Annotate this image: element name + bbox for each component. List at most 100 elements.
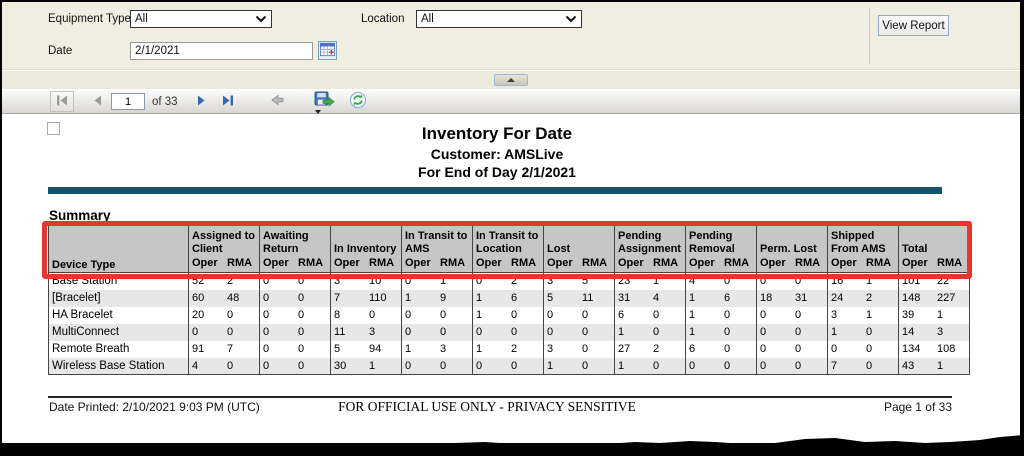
report-viewer: Equipment Type All Location All Date 2/1… bbox=[2, 2, 1020, 443]
value-cell: 8 bbox=[330, 306, 366, 324]
value-cell: 148 bbox=[898, 289, 934, 307]
value-cell: 101 bbox=[898, 272, 934, 290]
last-page-button[interactable] bbox=[216, 91, 240, 112]
rma-subheader: RMA bbox=[721, 255, 757, 273]
value-cell: 0 bbox=[543, 306, 579, 324]
value-cell: 227 bbox=[937, 292, 956, 304]
value-cell: 91 bbox=[188, 340, 224, 358]
oper-subheader: Oper bbox=[685, 255, 721, 273]
oper-subheader: Oper bbox=[472, 255, 508, 273]
value-cell: 1 bbox=[543, 357, 579, 375]
equipment-type-label: Equipment Type bbox=[48, 13, 131, 25]
title-block: Inventory For Date Customer: AMSLive For… bbox=[2, 123, 992, 181]
value-cell: 0 bbox=[582, 343, 589, 355]
rma-subheader: RMA bbox=[224, 255, 260, 273]
value-cell: 0 bbox=[795, 326, 802, 338]
table-row: MultiConnect 0 0 0 0 11 3 0 0 0 0 0 0 1 0 1 0 0 0 1 0 14 3 bbox=[48, 323, 970, 341]
value-cell: 0 bbox=[440, 359, 447, 372]
value-cell: 6 bbox=[724, 292, 731, 304]
collapse-parameters-button[interactable] bbox=[494, 74, 528, 86]
report-customer: Customer: AMSLive bbox=[430, 146, 564, 162]
value-cell: 0 bbox=[227, 326, 234, 338]
value-cell: 0 bbox=[188, 323, 224, 341]
value-cell: 2 bbox=[511, 343, 518, 355]
value-cell: 0 bbox=[653, 326, 660, 338]
device-type-header: Device Type bbox=[48, 224, 189, 273]
export-caret-icon bbox=[314, 110, 321, 114]
value-cell: 0 bbox=[401, 306, 437, 324]
value-cell: 10 bbox=[369, 275, 382, 288]
value-cell: 24 bbox=[827, 289, 863, 307]
previous-page-button[interactable] bbox=[85, 91, 109, 112]
first-page-button[interactable] bbox=[50, 91, 74, 112]
value-cell: 5 bbox=[330, 340, 366, 358]
rma-subheader: RMA bbox=[863, 255, 899, 273]
value-cell: 0 bbox=[401, 272, 437, 290]
value-cell: 1 bbox=[614, 323, 650, 341]
value-cell: 1 bbox=[614, 357, 650, 375]
value-cell: 52 bbox=[188, 272, 224, 290]
device-type-cell: Base Station bbox=[52, 275, 118, 288]
value-cell: 22 bbox=[937, 275, 950, 288]
value-cell: 60 bbox=[188, 289, 224, 307]
value-cell: 1 bbox=[685, 289, 721, 307]
value-cell: 1 bbox=[472, 340, 508, 358]
value-cell: 0 bbox=[795, 359, 802, 372]
value-cell: 0 bbox=[866, 343, 873, 355]
value-cell: 0 bbox=[756, 340, 792, 358]
oper-subheader: Oper bbox=[259, 255, 295, 273]
value-cell: 30 bbox=[330, 357, 366, 375]
value-cell: 0 bbox=[298, 326, 305, 338]
group-header: Pending Assignment bbox=[614, 224, 686, 256]
value-cell: 94 bbox=[369, 343, 382, 355]
value-cell: 0 bbox=[582, 326, 589, 338]
value-cell: 0 bbox=[298, 343, 305, 355]
value-cell: 0 bbox=[472, 272, 508, 290]
value-cell: 43 bbox=[898, 357, 934, 375]
value-cell: 0 bbox=[259, 289, 295, 307]
table-row: Wireless Base Station 4 0 0 0 30 1 0 0 0 0 1 0 1 0 0 0 0 0… bbox=[48, 357, 970, 375]
back-to-parent-button[interactable] bbox=[266, 91, 290, 112]
oper-subheader: Oper bbox=[898, 255, 934, 273]
value-cell: 134 bbox=[898, 340, 934, 358]
value-cell: 0 bbox=[756, 272, 792, 290]
value-cell: 0 bbox=[259, 340, 295, 358]
value-cell: 9 bbox=[440, 292, 447, 304]
value-cell: 0 bbox=[653, 309, 660, 321]
location-select[interactable]: All bbox=[416, 10, 582, 28]
value-cell: 0 bbox=[756, 323, 792, 341]
equipment-type-select[interactable]: All bbox=[130, 10, 272, 28]
value-cell: 0 bbox=[472, 323, 508, 341]
value-cell: 3 bbox=[937, 326, 944, 338]
value-cell: 3 bbox=[440, 343, 447, 355]
value-cell: 1 bbox=[866, 275, 873, 288]
value-cell: 0 bbox=[543, 323, 579, 341]
screenshot-torn-bottom-edge bbox=[0, 435, 1024, 456]
value-cell: 2 bbox=[866, 292, 873, 304]
date-input[interactable] bbox=[130, 42, 313, 60]
device-type-cell: [Bracelet] bbox=[52, 292, 101, 304]
page-number-input[interactable] bbox=[111, 93, 145, 110]
refresh-button[interactable] bbox=[346, 91, 370, 112]
device-type-cell: HA Bracelet bbox=[52, 309, 113, 321]
date-label: Date bbox=[48, 45, 73, 57]
parameter-panel: Equipment Type All Location All Date 2/1… bbox=[2, 2, 1020, 70]
value-cell: 0 bbox=[866, 359, 873, 372]
value-cell: 6 bbox=[511, 292, 518, 304]
group-header: In Inventory bbox=[330, 224, 402, 256]
view-report-button[interactable]: View Report bbox=[878, 15, 949, 36]
value-cell: 0 bbox=[653, 359, 660, 372]
group-header: In Transit to Location bbox=[472, 224, 544, 256]
value-cell: 4 bbox=[685, 272, 721, 290]
value-cell: 11 bbox=[582, 292, 594, 304]
value-cell: 0 bbox=[298, 292, 305, 304]
value-cell: 1 bbox=[440, 275, 447, 288]
value-cell: 11 bbox=[330, 323, 366, 341]
location-value: All bbox=[421, 13, 434, 25]
value-cell: 0 bbox=[227, 359, 234, 372]
next-page-button[interactable] bbox=[190, 91, 214, 112]
group-header: Total bbox=[898, 224, 970, 256]
export-button[interactable] bbox=[314, 91, 336, 114]
value-cell: 0 bbox=[724, 275, 731, 288]
calendar-button[interactable] bbox=[318, 41, 337, 60]
